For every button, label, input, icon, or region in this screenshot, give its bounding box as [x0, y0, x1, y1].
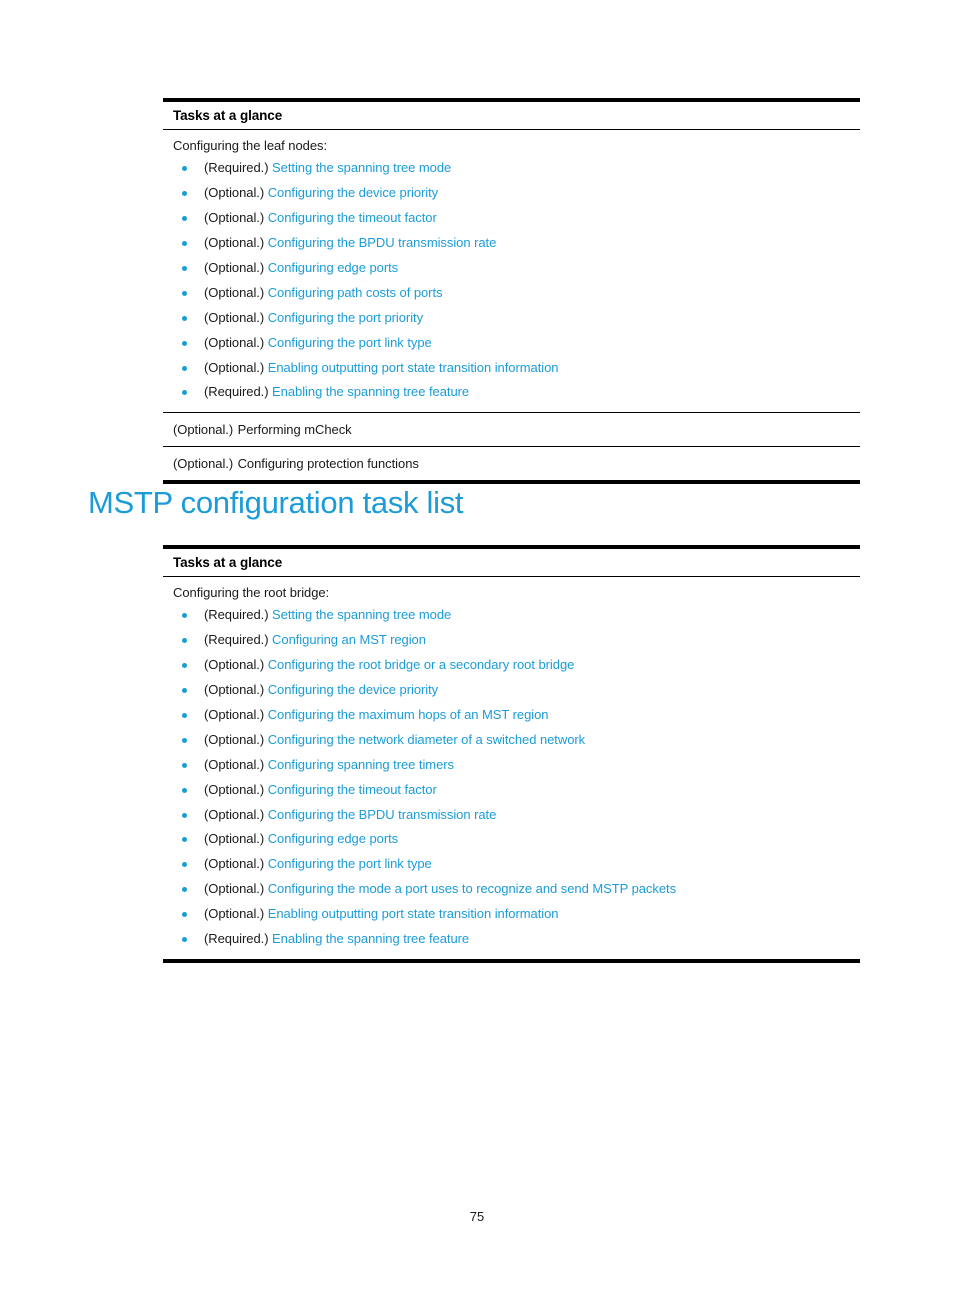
task-qualifier: (Optional.) — [204, 309, 265, 325]
list-item: (Optional.) Configuring the BPDU transmi… — [173, 803, 860, 828]
task-link[interactable]: Enabling outputting port state transitio… — [268, 360, 559, 375]
task-link[interactable]: Configuring the timeout factor — [268, 210, 437, 225]
task-link[interactable]: Enabling outputting port state transitio… — [268, 906, 559, 921]
list-item: (Optional.) Configuring edge ports — [173, 827, 860, 852]
task-qualifier: (Optional.) — [204, 881, 265, 897]
task-link[interactable]: Configuring the port priority — [268, 310, 423, 325]
list-item: (Optional.) Enabling outputting port sta… — [173, 902, 860, 927]
task-qualifier: (Optional.) — [204, 259, 265, 275]
task-qualifier: (Optional.) — [204, 682, 265, 698]
task-qualifier: (Required.) — [204, 384, 269, 400]
task-qualifier: (Optional.) — [204, 756, 265, 772]
task-link[interactable]: Configuring the network diameter of a sw… — [268, 732, 585, 747]
task-link[interactable]: Configuring the BPDU transmission rate — [268, 235, 497, 250]
task-link[interactable]: Configuring protection functions — [238, 456, 419, 471]
task-qualifier: (Optional.) — [204, 731, 265, 747]
list-item: (Optional.) Configuring the port link ty… — [173, 852, 860, 877]
task-qualifier: (Optional.) — [204, 657, 265, 673]
task-link[interactable]: Configuring the device priority — [268, 682, 438, 697]
task-list: (Required.) Setting the spanning tree mo… — [173, 603, 860, 951]
task-qualifier: (Optional.) — [204, 831, 265, 847]
task-qualifier: (Optional.) — [204, 235, 265, 251]
table-header-tasks-at-a-glance: Tasks at a glance — [163, 549, 860, 577]
task-link[interactable]: Configuring an MST region — [272, 632, 426, 647]
task-qualifier: (Optional.) — [173, 422, 234, 438]
table-row: Configuring the root bridge: (Required.)… — [163, 577, 860, 959]
task-qualifier: (Optional.) — [204, 334, 265, 350]
list-item: (Optional.) Configuring edge ports — [173, 256, 860, 281]
task-link[interactable]: Configuring the mode a port uses to reco… — [268, 881, 676, 896]
task-link[interactable]: Configuring edge ports — [268, 831, 398, 846]
list-item: (Optional.) Configuring path costs of po… — [173, 281, 860, 306]
list-item: (Optional.) Configuring the mode a port … — [173, 877, 860, 902]
list-item: (Optional.) Enabling outputting port sta… — [173, 356, 860, 381]
task-qualifier: (Optional.) — [204, 781, 265, 797]
list-item: (Optional.) Configuring the maximum hops… — [173, 703, 860, 728]
document-page: Tasks at a glance Configuring the leaf n… — [0, 0, 954, 1296]
list-item: (Optional.) Configuring the port link ty… — [173, 331, 860, 356]
task-link[interactable]: Performing mCheck — [238, 422, 352, 437]
tasks-at-a-glance-table-leaf-nodes: Tasks at a glance Configuring the leaf n… — [163, 98, 860, 485]
page-number: 75 — [469, 1209, 485, 1224]
list-item: (Required.) Setting the spanning tree mo… — [173, 156, 860, 181]
list-item: (Optional.) Configuring the timeout fact… — [173, 206, 860, 231]
task-qualifier: (Optional.) — [204, 185, 265, 201]
task-qualifier: (Required.) — [204, 607, 269, 623]
list-item: (Required.) Configuring an MST region — [173, 628, 860, 653]
list-item: (Optional.) Configuring the device prior… — [173, 678, 860, 703]
task-qualifier: (Optional.) — [204, 906, 265, 922]
task-qualifier: (Optional.) — [204, 856, 265, 872]
list-item: (Optional.) Configuring the root bridge … — [173, 653, 860, 678]
task-qualifier: (Optional.) — [204, 210, 265, 226]
row-intro-text: Configuring the root bridge: — [173, 584, 330, 600]
task-link[interactable]: Configuring the port link type — [268, 335, 432, 350]
table-row: (Optional.) Configuring protection funct… — [163, 447, 860, 480]
task-qualifier: (Optional.) — [173, 456, 234, 472]
tasks-at-a-glance-table-root-bridge: Tasks at a glance Configuring the root b… — [163, 545, 860, 963]
task-link[interactable]: Configuring the timeout factor — [268, 782, 437, 797]
task-qualifier: (Optional.) — [204, 806, 265, 822]
list-item: (Optional.) Configuring the timeout fact… — [173, 778, 860, 803]
list-item: (Optional.) Configuring spanning tree ti… — [173, 753, 860, 778]
row-intro-text: Configuring the leaf nodes: — [173, 137, 328, 153]
task-link[interactable]: Configuring spanning tree timers — [268, 757, 454, 772]
list-item: (Optional.) Configuring the network diam… — [173, 728, 860, 753]
task-qualifier: (Optional.) — [204, 706, 265, 722]
task-link[interactable]: Enabling the spanning tree feature — [272, 384, 469, 399]
task-link[interactable]: Configuring the device priority — [268, 185, 438, 200]
task-link[interactable]: Configuring the maximum hops of an MST r… — [268, 707, 549, 722]
task-qualifier: (Required.) — [204, 160, 269, 176]
list-item: (Optional.) Configuring the port priorit… — [173, 306, 860, 331]
task-link[interactable]: Setting the spanning tree mode — [272, 607, 451, 622]
table-header-tasks-at-a-glance: Tasks at a glance — [163, 102, 860, 130]
list-item: (Optional.) Configuring the BPDU transmi… — [173, 231, 860, 256]
task-link[interactable]: Configuring the port link type — [268, 856, 432, 871]
list-item: (Required.) Enabling the spanning tree f… — [173, 380, 860, 405]
table-row: (Optional.) Performing mCheck — [163, 413, 860, 448]
task-qualifier: (Required.) — [204, 930, 269, 946]
task-link[interactable]: Configuring edge ports — [268, 260, 398, 275]
task-qualifier: (Required.) — [204, 632, 269, 648]
task-link[interactable]: Configuring the root bridge or a seconda… — [268, 657, 575, 672]
task-qualifier: (Optional.) — [204, 284, 265, 300]
page-title: MSTP configuration task list — [88, 485, 464, 520]
task-link[interactable]: Configuring path costs of ports — [268, 285, 443, 300]
task-list: (Required.) Setting the spanning tree mo… — [173, 156, 860, 405]
list-item: (Required.) Setting the spanning tree mo… — [173, 603, 860, 628]
list-item: (Optional.) Configuring the device prior… — [173, 181, 860, 206]
task-qualifier: (Optional.) — [204, 359, 265, 375]
task-link[interactable]: Enabling the spanning tree feature — [272, 931, 469, 946]
task-link[interactable]: Configuring the BPDU transmission rate — [268, 807, 497, 822]
list-item: (Required.) Enabling the spanning tree f… — [173, 927, 860, 952]
table-row: Configuring the leaf nodes: (Required.) … — [163, 130, 860, 414]
task-link[interactable]: Setting the spanning tree mode — [272, 160, 451, 175]
